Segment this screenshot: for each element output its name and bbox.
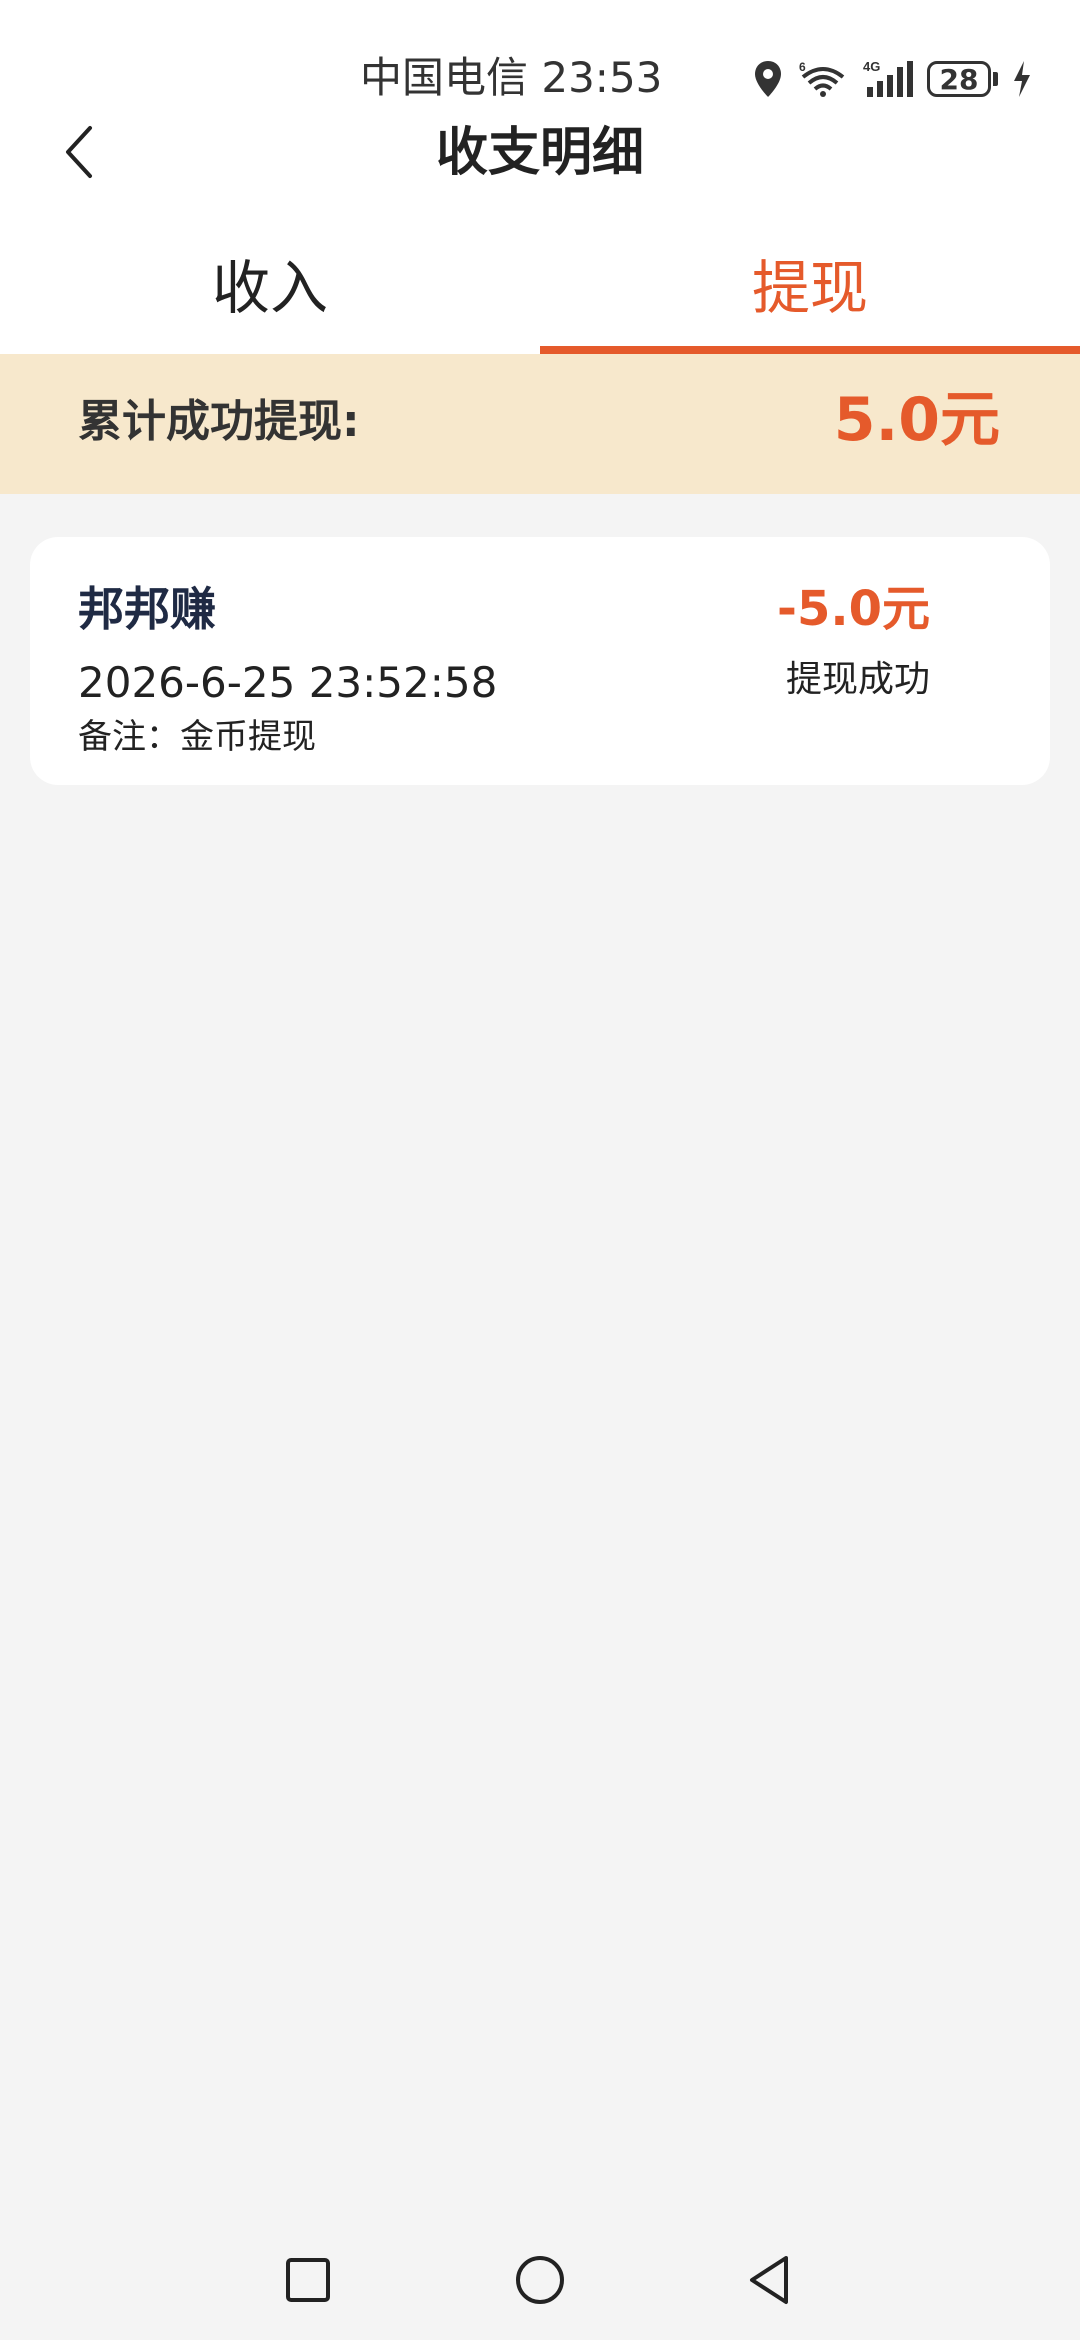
back-nav-button[interactable] xyxy=(730,2240,810,2320)
header: 收支明细 xyxy=(0,110,1080,194)
record-note: 备注：金币提现 xyxy=(78,717,316,757)
record-name: 邦邦赚 xyxy=(78,582,216,636)
battery-cap xyxy=(993,72,998,86)
status-bar: 中国电信 23:53 6 4G 28 xyxy=(0,0,1080,120)
charging-icon xyxy=(1012,59,1032,99)
tabs: 收入 提现 xyxy=(0,220,1080,354)
svg-text:6: 6 xyxy=(799,60,806,74)
summary-label: 累计成功提现: xyxy=(78,396,360,447)
circle-home-icon xyxy=(516,2256,564,2304)
square-recent-icon xyxy=(286,2258,330,2302)
wifi-icon: 6 xyxy=(797,59,849,99)
tab-active-indicator xyxy=(540,346,1080,354)
location-icon xyxy=(753,59,783,99)
battery-level: 28 xyxy=(927,61,991,97)
tab-withdraw[interactable]: 提现 xyxy=(540,220,1080,354)
signal-4g-icon: 4G xyxy=(863,59,913,99)
recent-apps-button[interactable] xyxy=(268,2240,348,2320)
status-carrier-time: 中国电信 23:53 xyxy=(360,53,663,102)
record-time: 2026-6-25 23:52:58 xyxy=(78,658,498,707)
record-card[interactable]: 邦邦赚 2026-6-25 23:52:58 备注：金币提现 -5.0元 提现成… xyxy=(30,537,1050,785)
tab-income-label: 收入 xyxy=(211,254,328,322)
status-icons: 6 4G 28 xyxy=(739,54,1032,104)
triangle-back-icon xyxy=(750,2256,788,2304)
system-nav-bar xyxy=(0,2220,1080,2340)
tab-withdraw-label: 提现 xyxy=(751,254,868,322)
home-button[interactable] xyxy=(500,2240,580,2320)
page-title: 收支明细 xyxy=(435,123,644,183)
record-status: 提现成功 xyxy=(785,659,930,700)
summary-bar: 累计成功提现: 5.0元 xyxy=(0,354,1080,494)
svg-text:4G: 4G xyxy=(863,59,880,74)
battery-icon: 28 xyxy=(927,61,998,97)
summary-value: 5.0元 xyxy=(833,385,1000,455)
tab-income[interactable]: 收入 xyxy=(0,220,540,346)
record-amount: -5.0元 xyxy=(777,581,930,637)
